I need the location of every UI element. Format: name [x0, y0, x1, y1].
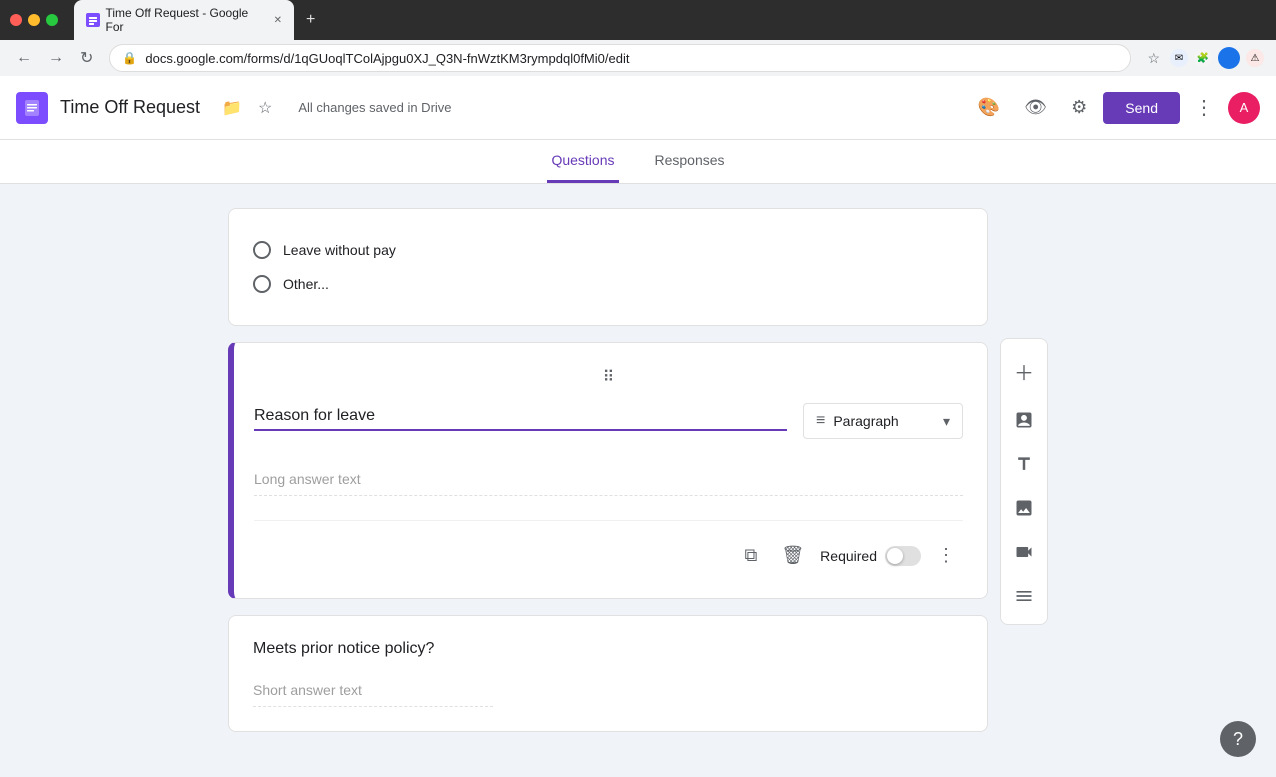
chevron-down-icon: ▾: [943, 413, 950, 430]
browser-actions: ☆ ✉ 🧩 ⚠: [1143, 46, 1264, 71]
leave-type-card: Leave without pay Other...: [228, 208, 988, 326]
save-status: All changes saved in Drive: [298, 100, 958, 115]
delete-icon[interactable]: 🗑: [773, 537, 812, 574]
minimize-window-button[interactable]: [28, 14, 40, 26]
tab-close-button[interactable]: ✕: [274, 15, 282, 26]
lock-icon: 🔒: [122, 51, 137, 65]
form-cards: Leave without pay Other... ⠿ ≡ Paragraph…: [228, 208, 988, 753]
settings-icon[interactable]: ⚙: [1063, 89, 1095, 126]
add-title-button[interactable]: [1001, 444, 1047, 484]
add-image-button[interactable]: [1001, 488, 1047, 528]
back-button[interactable]: ←: [12, 45, 36, 71]
radio-button[interactable]: [253, 275, 271, 293]
answer-type-dropdown[interactable]: ≡ Paragraph ▾: [803, 403, 963, 439]
other-label: Other...: [283, 276, 329, 292]
answer-type-label: Paragraph: [833, 413, 935, 429]
required-toggle[interactable]: [885, 546, 921, 566]
maximize-window-button[interactable]: [46, 14, 58, 26]
help-button[interactable]: ?: [1220, 721, 1256, 757]
add-video-button[interactable]: [1001, 532, 1047, 572]
forward-button[interactable]: →: [44, 45, 68, 71]
paragraph-icon: ≡: [816, 412, 825, 430]
tab-questions[interactable]: Questions: [547, 140, 618, 183]
leave-without-pay-label: Leave without pay: [283, 242, 396, 258]
import-questions-button[interactable]: [1001, 400, 1047, 440]
close-window-button[interactable]: [10, 14, 22, 26]
card-top-row: ≡ Paragraph ▾: [254, 403, 963, 439]
palette-icon[interactable]: 🎨: [970, 89, 1008, 126]
add-section-button[interactable]: [1001, 576, 1047, 616]
meets-policy-title: Meets prior notice policy?: [253, 640, 963, 658]
add-question-button[interactable]: ＋: [1001, 347, 1047, 396]
list-item: Other...: [253, 267, 963, 301]
alert-extension-icon[interactable]: ⚠: [1246, 49, 1264, 67]
short-answer-placeholder: Short answer text: [253, 674, 493, 707]
more-options-button[interactable]: ⋮: [1188, 89, 1220, 126]
profile-icon[interactable]: [1218, 47, 1240, 69]
send-button[interactable]: Send: [1103, 92, 1180, 124]
more-options-icon[interactable]: ⋮: [929, 537, 963, 574]
extensions-icon[interactable]: 🧩: [1194, 49, 1212, 67]
required-label: Required: [820, 548, 877, 564]
tab-responses[interactable]: Responses: [651, 140, 729, 183]
question-title-input[interactable]: [254, 403, 787, 431]
forms-logo: [16, 92, 48, 124]
new-tab-button[interactable]: +: [298, 7, 323, 33]
preview-icon[interactable]: 👁: [1016, 89, 1055, 126]
reason-for-leave-card: ⠿ ≡ Paragraph ▾ Long answer text ⧉ 🗑 Req…: [228, 342, 988, 599]
header-icons: 📁 ☆: [216, 92, 278, 124]
meets-policy-card: Meets prior notice policy? Short answer …: [228, 615, 988, 732]
right-sidebar: ＋: [1000, 338, 1048, 625]
toggle-knob: [887, 548, 903, 564]
copy-icon[interactable]: ⧉: [736, 537, 765, 574]
gmail-extension-icon[interactable]: ✉: [1170, 49, 1188, 67]
url-text: docs.google.com/forms/d/1qGUoqlTColAjpgu…: [145, 51, 1118, 66]
active-tab[interactable]: Time Off Request - Google For ✕: [74, 0, 294, 40]
document-title: Time Off Request: [60, 97, 200, 118]
tab-favicon: [86, 13, 100, 27]
reload-button[interactable]: ↻: [76, 44, 97, 72]
radio-button[interactable]: [253, 241, 271, 259]
forms-header: Time Off Request 📁 ☆ All changes saved i…: [0, 76, 1276, 140]
main-content: Leave without pay Other... ⠿ ≡ Paragraph…: [0, 184, 1276, 777]
address-bar: ← → ↻ 🔒 docs.google.com/forms/d/1qGUoqlT…: [0, 40, 1276, 76]
long-answer-placeholder: Long answer text: [254, 463, 963, 496]
form-tabs: Questions Responses: [0, 140, 1276, 184]
header-right: 🎨 👁 ⚙ Send ⋮ A: [970, 89, 1260, 126]
traffic-lights: [10, 14, 58, 26]
drag-handle[interactable]: ⠿: [254, 367, 963, 387]
user-avatar[interactable]: A: [1228, 92, 1260, 124]
card-actions: ⧉ 🗑 Required ⋮: [254, 520, 963, 574]
tab-bar: Time Off Request - Google For ✕ +: [74, 0, 1266, 40]
list-item: Leave without pay: [253, 233, 963, 267]
tab-title: Time Off Request - Google For: [106, 6, 264, 34]
nav-buttons: ← → ↻: [12, 44, 97, 72]
star-icon[interactable]: ☆: [252, 92, 278, 124]
folder-icon[interactable]: 📁: [216, 92, 248, 124]
bookmark-button[interactable]: ☆: [1143, 46, 1164, 71]
url-bar[interactable]: 🔒 docs.google.com/forms/d/1qGUoqlTColAjp…: [109, 44, 1131, 72]
browser-chrome: Time Off Request - Google For ✕ +: [0, 0, 1276, 40]
